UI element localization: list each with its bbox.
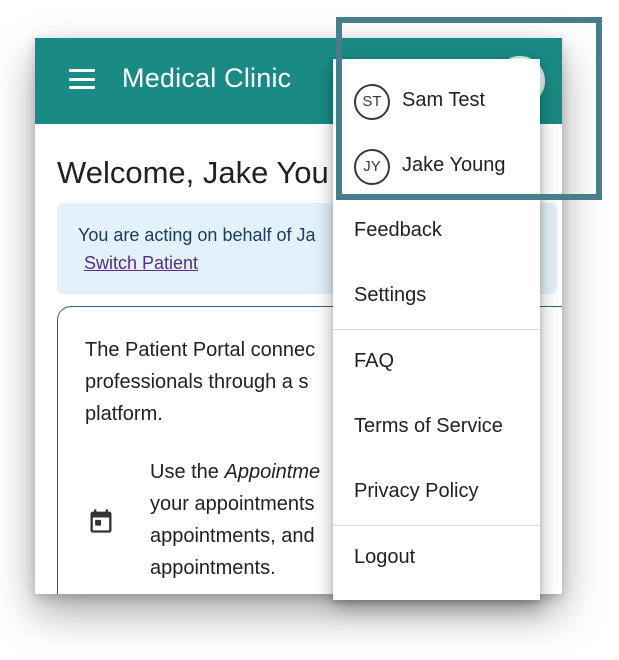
page-title: Welcome, Jake You bbox=[57, 155, 329, 190]
menu-item-terms-of-service[interactable]: Terms of Service bbox=[333, 395, 540, 460]
list-item-line: appointments. bbox=[150, 557, 276, 579]
user-name: Jake Young bbox=[402, 154, 506, 176]
list-item-line: Use the Appointme bbox=[150, 461, 320, 484]
menu-item-label: Feedback bbox=[354, 219, 442, 241]
list-item-line: appointments, and bbox=[150, 525, 315, 547]
menu-item-label: Terms of Service bbox=[354, 415, 503, 437]
menu-item-feedback[interactable]: Feedback bbox=[333, 199, 540, 264]
menu-item-label: Privacy Policy bbox=[354, 480, 479, 502]
user-name: Sam Test bbox=[402, 89, 485, 111]
user-initials-badge: JY bbox=[354, 149, 390, 185]
menu-item-logout[interactable]: Logout bbox=[333, 526, 540, 591]
alert-text: You are acting on behalf of Ja bbox=[78, 225, 316, 245]
list-item-line: your appointments bbox=[150, 493, 315, 515]
list-lead-text: Use the bbox=[150, 461, 225, 483]
app-title: Medical Clinic bbox=[122, 63, 292, 93]
menu-icon[interactable] bbox=[69, 69, 95, 89]
menu-item-faq[interactable]: FAQ bbox=[333, 330, 540, 395]
menu-item-label: Logout bbox=[354, 546, 416, 568]
menu-item-label: FAQ bbox=[354, 350, 395, 372]
menu-item-label: Settings bbox=[354, 284, 427, 306]
appointments-emphasis: Appointme bbox=[224, 461, 321, 483]
card-text-line: professionals through a s bbox=[85, 371, 309, 393]
account-menu: ST Sam Test JY Jake Young Feedback Setti… bbox=[333, 59, 540, 600]
switch-patient-link[interactable]: Switch Patient bbox=[84, 253, 198, 274]
card-text-line: platform. bbox=[85, 403, 163, 425]
menu-item-user-jake-young[interactable]: JY Jake Young bbox=[333, 134, 540, 199]
card-text-line: The Patient Portal connec bbox=[85, 339, 316, 361]
user-initials-badge: ST bbox=[354, 84, 390, 120]
calendar-icon bbox=[90, 509, 112, 533]
menu-item-settings[interactable]: Settings bbox=[333, 264, 540, 329]
menu-item-privacy-policy[interactable]: Privacy Policy bbox=[333, 460, 540, 525]
menu-item-user-sam-test[interactable]: ST Sam Test bbox=[333, 69, 540, 134]
